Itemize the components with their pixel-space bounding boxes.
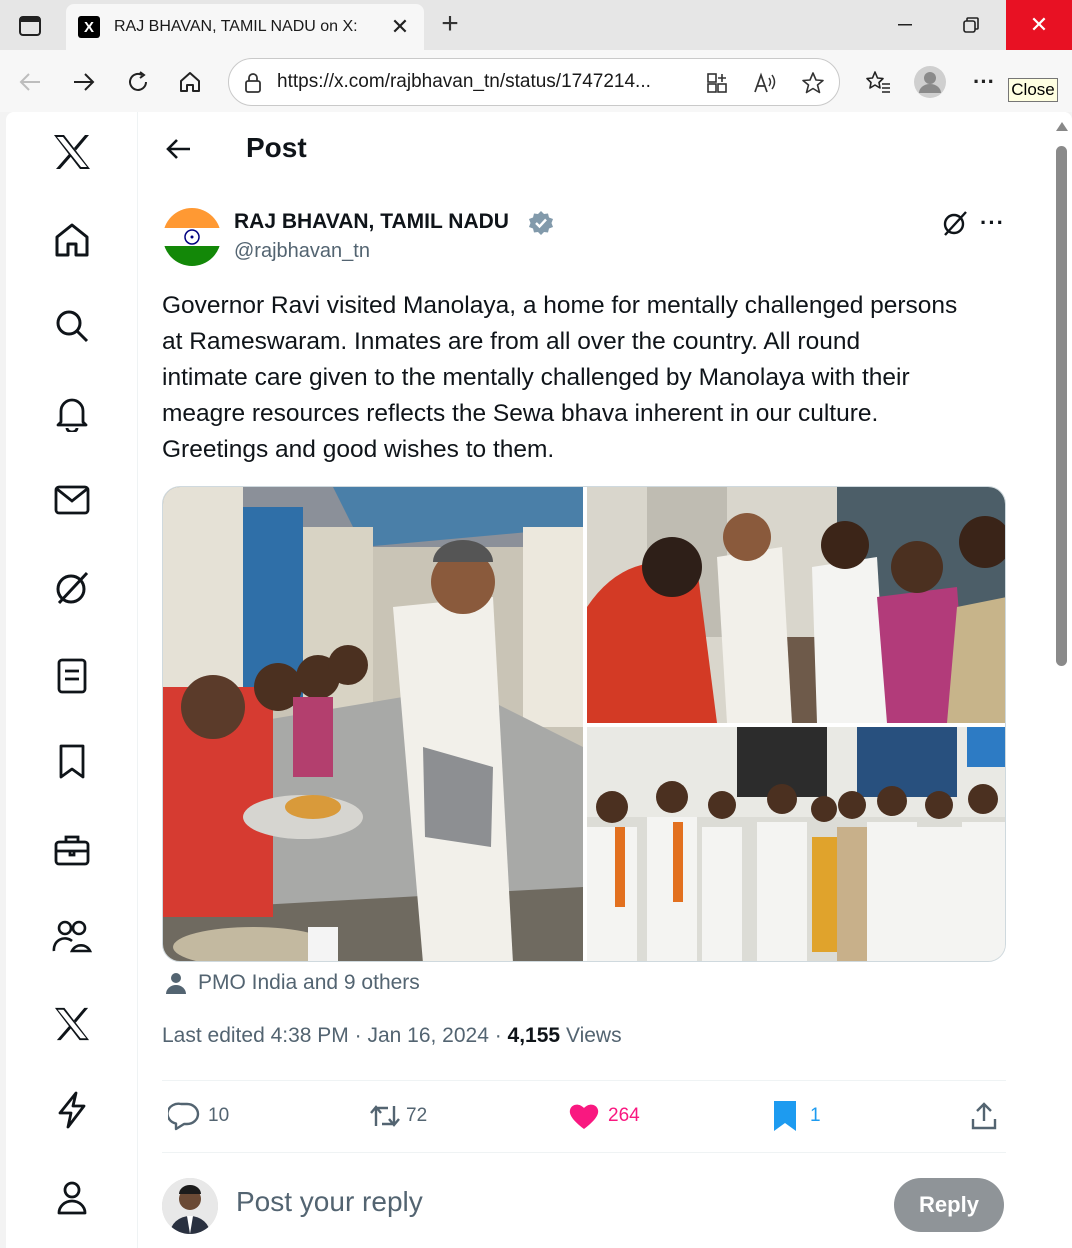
- views-count: 4,155: [507, 1024, 561, 1047]
- address-bar[interactable]: https://x.com/rajbhavan_tn/status/174721…: [228, 58, 840, 106]
- verified-badge-icon: [528, 210, 554, 236]
- more-options-icon[interactable]: ···: [966, 64, 1002, 100]
- bookmarks-nav-icon[interactable]: [50, 740, 94, 784]
- profile-icon[interactable]: [912, 64, 948, 100]
- divider: [162, 1080, 1006, 1081]
- author-handle[interactable]: @rajbhavan_tn: [234, 240, 370, 263]
- lock-icon[interactable]: [239, 69, 267, 97]
- scrollbar[interactable]: [1052, 112, 1072, 1248]
- author-name[interactable]: RAJ BHAVAN, TAMIL NADU: [234, 210, 509, 234]
- grok-explain-icon[interactable]: [940, 208, 970, 238]
- author-avatar[interactable]: [163, 208, 221, 266]
- views-label: Views: [560, 1024, 622, 1047]
- reply-bubble-icon: [168, 1102, 200, 1131]
- url-text[interactable]: https://x.com/rajbhavan_tn/status/174721…: [277, 71, 697, 93]
- tab-actions-icon[interactable]: [10, 12, 50, 40]
- post-text-line: Governor Ravi visited Manolaya, a home f…: [162, 292, 958, 319]
- post-text: Governor Ravi visited Manolaya, a home f…: [162, 288, 1012, 468]
- refresh-icon[interactable]: [120, 64, 156, 100]
- reply-action[interactable]: 10: [168, 1098, 229, 1134]
- heart-icon: [569, 1104, 599, 1129]
- jobs-briefcase-icon[interactable]: [50, 828, 94, 872]
- tab-bar: X RAJ BHAVAN, TAMIL NADU on X: ✕ + ✕: [0, 0, 1072, 50]
- reply-input[interactable]: Post your reply: [236, 1186, 423, 1218]
- media-grid: [162, 486, 1006, 962]
- verified-orgs-lightning-icon[interactable]: [50, 1088, 94, 1132]
- photo-group[interactable]: [587, 727, 1005, 961]
- tagged-text[interactable]: PMO India and 9 others: [198, 971, 420, 995]
- x-favicon-icon: X: [78, 16, 100, 38]
- home-icon[interactable]: [172, 64, 208, 100]
- photo-greeting[interactable]: [587, 487, 1005, 723]
- reply-count: 10: [208, 1105, 230, 1126]
- post-header: Post: [138, 112, 1038, 188]
- tab-close-icon[interactable]: ✕: [386, 13, 414, 41]
- bookmark-count: 1: [810, 1105, 821, 1126]
- notifications-bell-icon[interactable]: [50, 392, 94, 436]
- premium-x-icon[interactable]: [50, 1002, 94, 1046]
- post-text-line: intimate care given to the mentally chal…: [162, 364, 910, 391]
- share-action[interactable]: [970, 1098, 998, 1134]
- edited-timestamp[interactable]: Last edited 4:38 PM · Jan 16, 2024 ·: [162, 1024, 508, 1047]
- browser-tab[interactable]: X RAJ BHAVAN, TAMIL NADU on X: ✕: [66, 4, 424, 50]
- app-available-icon[interactable]: [703, 69, 731, 97]
- divider: [162, 1152, 1006, 1153]
- tagged-people[interactable]: PMO India and 9 others: [164, 968, 420, 998]
- share-upload-icon: [971, 1102, 997, 1130]
- x-page: Post RAJ BHAVAN, TAMIL NADU @rajbhavan_t…: [6, 112, 1072, 1248]
- post-text-line: at Rameswaram. Inmates are from all over…: [162, 328, 861, 355]
- post-text-line: meagre resources reflects the Sewa bhava…: [162, 400, 879, 427]
- window-close-icon[interactable]: ✕: [1006, 0, 1072, 50]
- back-icon[interactable]: [12, 64, 48, 100]
- read-aloud-icon[interactable]: [751, 69, 779, 97]
- lists-icon[interactable]: [50, 654, 94, 698]
- main-column: Post RAJ BHAVAN, TAMIL NADU @rajbhavan_t…: [138, 112, 1038, 1248]
- photo-dining-hall[interactable]: [163, 487, 583, 961]
- communities-icon[interactable]: [50, 914, 94, 958]
- like-count: 264: [608, 1105, 640, 1126]
- scroll-up-arrow-icon[interactable]: [1056, 122, 1068, 131]
- x-logo-icon[interactable]: [50, 130, 94, 174]
- page-title: Post: [246, 132, 307, 163]
- bookmark-action[interactable]: 1: [772, 1098, 821, 1134]
- forward-icon[interactable]: [66, 64, 102, 100]
- profile-nav-icon[interactable]: [50, 1176, 94, 1220]
- search-nav-icon[interactable]: [50, 304, 94, 348]
- grok-nav-icon[interactable]: [50, 566, 94, 610]
- tab-title: RAJ BHAVAN, TAMIL NADU on X:: [114, 18, 358, 35]
- repost-icon: [370, 1105, 400, 1127]
- reply-button[interactable]: Reply: [894, 1178, 1004, 1232]
- person-icon: [166, 973, 186, 994]
- like-action[interactable]: 264: [568, 1098, 640, 1134]
- messages-envelope-icon[interactable]: [50, 478, 94, 522]
- left-nav: [6, 112, 138, 1248]
- repost-action[interactable]: 72: [368, 1098, 427, 1134]
- favorite-star-icon[interactable]: [799, 69, 827, 97]
- repost-count: 72: [406, 1105, 428, 1126]
- back-arrow-icon[interactable]: [164, 134, 194, 164]
- close-tooltip: Close: [1008, 78, 1058, 102]
- minimize-icon[interactable]: [872, 0, 938, 50]
- browser-toolbar: https://x.com/rajbhavan_tn/status/174721…: [0, 50, 1072, 112]
- new-tab-icon[interactable]: +: [434, 7, 466, 40]
- favorites-icon[interactable]: [860, 64, 896, 100]
- home-nav-icon[interactable]: [50, 218, 94, 262]
- bookmark-icon: [774, 1101, 796, 1131]
- scroll-thumb[interactable]: [1056, 146, 1067, 666]
- post-more-icon[interactable]: ···: [980, 210, 1010, 236]
- restore-icon[interactable]: [938, 0, 1004, 50]
- user-avatar[interactable]: [162, 1178, 218, 1234]
- post-meta: Last edited 4:38 PM · Jan 16, 2024 · 4,1…: [162, 1024, 622, 1048]
- post-text-line: Greetings and good wishes to them.: [162, 436, 555, 463]
